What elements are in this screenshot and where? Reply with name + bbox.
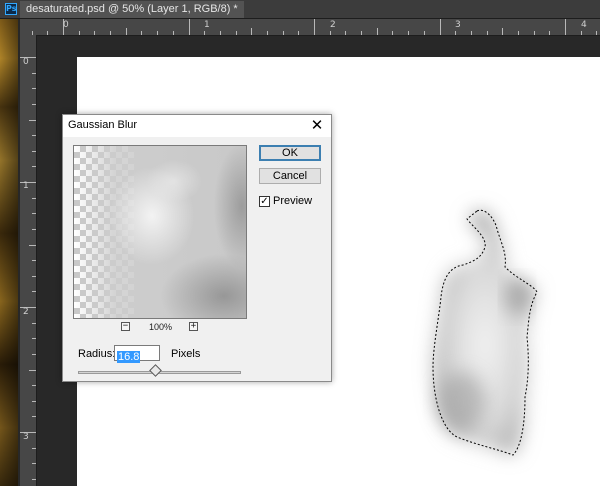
ruler-tick — [110, 31, 111, 35]
preview-zoom-controls: − 100% + — [73, 322, 247, 334]
ruler-number: 2 — [330, 20, 336, 30]
ruler-tick — [126, 28, 127, 35]
gaussian-blur-dialog: Gaussian Blur ✕ − 100% + OK Cancel ✓ Pre… — [62, 114, 332, 382]
ruler-tick — [32, 88, 36, 89]
ruler-number: 0 — [63, 20, 69, 30]
ruler-tick — [565, 19, 566, 35]
document-tab[interactable]: desaturated.psd @ 50% (Layer 1, RGB/8) * — [20, 1, 244, 18]
ruler-tick — [47, 31, 48, 35]
ruler-tick — [518, 31, 519, 35]
ruler-tick — [236, 31, 237, 35]
ruler-tick — [32, 323, 36, 324]
ruler-tick — [29, 245, 36, 246]
document-tab-bar: Ps desaturated.psd @ 50% (Layer 1, RGB/8… — [0, 0, 600, 19]
ruler-tick — [471, 31, 472, 35]
ruler-tick — [440, 19, 441, 35]
ruler-tick — [157, 31, 158, 35]
ruler-number: 1 — [204, 20, 210, 30]
ruler-tick — [596, 31, 597, 35]
preview-label: Preview — [273, 195, 313, 207]
ruler-tick — [189, 19, 190, 35]
ruler-tick — [32, 416, 36, 417]
vertical-ruler[interactable]: 0 1 2 3 — [20, 35, 37, 486]
ruler-number: 4 — [581, 20, 587, 30]
ruler-tick — [94, 31, 95, 35]
ruler-tick — [32, 401, 36, 402]
ruler-tick — [32, 338, 36, 339]
dialog-titlebar[interactable]: Gaussian Blur ✕ — [63, 115, 331, 137]
horizontal-ruler[interactable]: 0 1 2 3 4 — [20, 19, 600, 36]
filter-preview[interactable] — [73, 145, 247, 319]
photoshop-logo-icon: Ps — [5, 3, 17, 15]
ruler-tick — [361, 31, 362, 35]
ruler-tick — [32, 354, 36, 355]
ruler-tick — [502, 28, 503, 35]
ruler-tick — [345, 31, 346, 35]
ruler-tick — [32, 213, 36, 214]
ruler-tick — [32, 479, 36, 480]
ruler-tick — [32, 448, 36, 449]
radius-slider-thumb[interactable] — [149, 364, 162, 377]
ok-button[interactable]: OK — [259, 145, 321, 161]
zoom-level: 100% — [149, 322, 173, 332]
ruler-tick — [32, 229, 36, 230]
ruler-tick — [32, 151, 36, 152]
radius-input[interactable]: 16.8 — [114, 345, 160, 363]
ruler-tick — [283, 31, 284, 35]
ruler-tick — [251, 28, 252, 35]
ruler-tick — [534, 31, 535, 35]
ruler-tick — [377, 28, 378, 35]
preview-checkbox[interactable]: ✓ — [259, 196, 270, 207]
ruler-tick — [32, 260, 36, 261]
ruler-tick — [314, 19, 315, 35]
background-photo-strip — [0, 0, 18, 486]
ruler-tick — [32, 385, 36, 386]
ruler-tick — [487, 31, 488, 35]
ruler-tick — [549, 31, 550, 35]
ruler-tick — [32, 198, 36, 199]
ruler-tick — [29, 120, 36, 121]
ruler-tick — [32, 463, 36, 464]
ruler-number: 2 — [23, 307, 29, 317]
ruler-tick — [29, 370, 36, 371]
ruler-number: 3 — [23, 432, 29, 442]
cancel-button[interactable]: Cancel — [259, 168, 321, 184]
ruler-tick — [330, 31, 331, 35]
preview-image — [74, 146, 246, 318]
ruler-tick — [32, 166, 36, 167]
ruler-tick — [392, 31, 393, 35]
ruler-tick — [32, 276, 36, 277]
units-label: Pixels — [171, 348, 201, 360]
ruler-tick — [267, 31, 268, 35]
ruler-tick — [220, 31, 221, 35]
ruler-tick — [581, 31, 582, 35]
ruler-tick — [32, 104, 36, 105]
ruler-tick — [32, 73, 36, 74]
ruler-tick — [455, 31, 456, 35]
ruler-tick — [79, 31, 80, 35]
ruler-tick — [32, 291, 36, 292]
ruler-tick — [298, 31, 299, 35]
ruler-tick — [173, 31, 174, 35]
ruler-number: 3 — [455, 20, 461, 30]
zoom-out-icon[interactable]: − — [121, 322, 130, 331]
radius-label: Radius: — [78, 348, 116, 360]
zoom-in-icon[interactable]: + — [189, 322, 198, 331]
close-icon[interactable]: ✕ — [303, 115, 331, 137]
dialog-title: Gaussian Blur — [68, 119, 138, 131]
ruler-tick — [408, 31, 409, 35]
ruler-tick — [204, 31, 205, 35]
ruler-number: 0 — [23, 57, 29, 67]
ruler-number: 1 — [23, 181, 29, 191]
ruler-tick — [424, 31, 425, 35]
ruler-tick — [32, 135, 36, 136]
ruler-tick — [141, 31, 142, 35]
radius-value: 16.8 — [117, 351, 141, 363]
